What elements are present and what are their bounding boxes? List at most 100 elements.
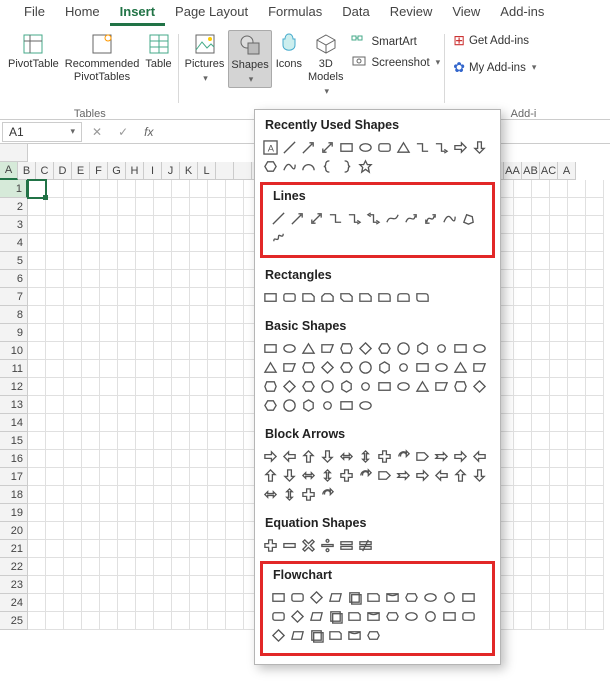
arrow-shape[interactable] xyxy=(470,447,489,466)
arrow-shape[interactable] xyxy=(280,447,299,466)
cell[interactable] xyxy=(568,306,586,324)
cell[interactable] xyxy=(100,468,118,486)
cell[interactable] xyxy=(226,378,244,396)
arrow-shape[interactable] xyxy=(280,485,299,504)
rounded-rect-shape[interactable] xyxy=(280,288,299,307)
cell[interactable] xyxy=(226,558,244,576)
cell[interactable] xyxy=(226,576,244,594)
cell[interactable] xyxy=(190,414,208,432)
cell[interactable] xyxy=(514,486,532,504)
flow-shape[interactable] xyxy=(383,588,402,607)
cell[interactable] xyxy=(100,576,118,594)
row-header[interactable]: 15 xyxy=(0,432,28,450)
plus-sign-shape[interactable] xyxy=(261,536,280,555)
cell[interactable] xyxy=(136,558,154,576)
cell[interactable] xyxy=(100,558,118,576)
cell[interactable] xyxy=(568,450,586,468)
cell[interactable] xyxy=(118,342,136,360)
cell[interactable] xyxy=(28,234,46,252)
cell[interactable] xyxy=(64,468,82,486)
cell[interactable] xyxy=(550,234,568,252)
cell[interactable] xyxy=(226,540,244,558)
table-button[interactable]: Table xyxy=(143,30,173,73)
cell[interactable] xyxy=(208,450,226,468)
cell[interactable] xyxy=(100,288,118,306)
round-single-shape[interactable] xyxy=(375,288,394,307)
cell[interactable] xyxy=(136,234,154,252)
basic-shape[interactable] xyxy=(451,358,470,377)
cell[interactable] xyxy=(28,558,46,576)
cell[interactable] xyxy=(550,180,568,198)
flow-shape[interactable] xyxy=(288,607,307,626)
cell[interactable] xyxy=(208,180,226,198)
select-all-cell[interactable] xyxy=(0,144,28,162)
cell[interactable] xyxy=(154,342,172,360)
cell[interactable] xyxy=(172,558,190,576)
cell[interactable] xyxy=(118,270,136,288)
flow-shape[interactable] xyxy=(269,626,288,645)
basic-shape[interactable] xyxy=(451,339,470,358)
cell[interactable] xyxy=(532,234,550,252)
cell[interactable] xyxy=(532,306,550,324)
column-header[interactable]: C xyxy=(36,162,54,180)
cell[interactable] xyxy=(532,288,550,306)
cell[interactable] xyxy=(550,432,568,450)
cell[interactable] xyxy=(226,468,244,486)
flow-shape[interactable] xyxy=(364,607,383,626)
cell[interactable] xyxy=(532,522,550,540)
cell[interactable] xyxy=(28,504,46,522)
cell[interactable] xyxy=(172,450,190,468)
flow-shape[interactable] xyxy=(459,607,478,626)
cell[interactable] xyxy=(100,396,118,414)
cell[interactable] xyxy=(190,306,208,324)
tab-addins[interactable]: Add-ins xyxy=(490,0,554,26)
cell[interactable] xyxy=(172,234,190,252)
cell[interactable] xyxy=(136,252,154,270)
row-header[interactable]: 12 xyxy=(0,378,28,396)
not-equal-sign-shape[interactable] xyxy=(356,536,375,555)
cell[interactable] xyxy=(46,288,64,306)
tab-view[interactable]: View xyxy=(442,0,490,26)
cell[interactable] xyxy=(46,180,64,198)
cell[interactable] xyxy=(514,504,532,522)
cell[interactable] xyxy=(82,360,100,378)
cell[interactable] xyxy=(550,576,568,594)
column-header[interactable]: J xyxy=(162,162,180,180)
elbow-double-arrow-shape[interactable] xyxy=(364,209,383,228)
cell[interactable] xyxy=(568,558,586,576)
arrow-shape[interactable] xyxy=(413,447,432,466)
cell[interactable] xyxy=(568,378,586,396)
arrow-shape[interactable] xyxy=(318,485,337,504)
cell[interactable] xyxy=(532,450,550,468)
cell[interactable] xyxy=(586,594,604,612)
column-header[interactable]: K xyxy=(180,162,198,180)
flow-shape[interactable] xyxy=(440,607,459,626)
cell[interactable] xyxy=(28,180,46,198)
cell[interactable] xyxy=(136,324,154,342)
flow-shape[interactable] xyxy=(402,588,421,607)
basic-shape[interactable] xyxy=(261,339,280,358)
basic-shape[interactable] xyxy=(432,339,451,358)
cell[interactable] xyxy=(82,180,100,198)
cell[interactable] xyxy=(568,486,586,504)
row-header[interactable]: 25 xyxy=(0,612,28,630)
cell[interactable] xyxy=(46,468,64,486)
basic-shape[interactable] xyxy=(299,396,318,415)
cell[interactable] xyxy=(82,558,100,576)
cell[interactable] xyxy=(550,396,568,414)
cell[interactable] xyxy=(118,432,136,450)
cell[interactable] xyxy=(208,216,226,234)
cell[interactable] xyxy=(46,252,64,270)
cell[interactable] xyxy=(208,288,226,306)
cell[interactable] xyxy=(586,504,604,522)
row-header[interactable]: 1 xyxy=(0,180,28,198)
basic-shape[interactable] xyxy=(356,377,375,396)
basic-shape[interactable] xyxy=(375,377,394,396)
cell[interactable] xyxy=(172,540,190,558)
cell[interactable] xyxy=(100,594,118,612)
cell[interactable] xyxy=(550,540,568,558)
cell[interactable] xyxy=(154,486,172,504)
cell[interactable] xyxy=(190,360,208,378)
cell[interactable] xyxy=(64,360,82,378)
cell[interactable] xyxy=(172,378,190,396)
